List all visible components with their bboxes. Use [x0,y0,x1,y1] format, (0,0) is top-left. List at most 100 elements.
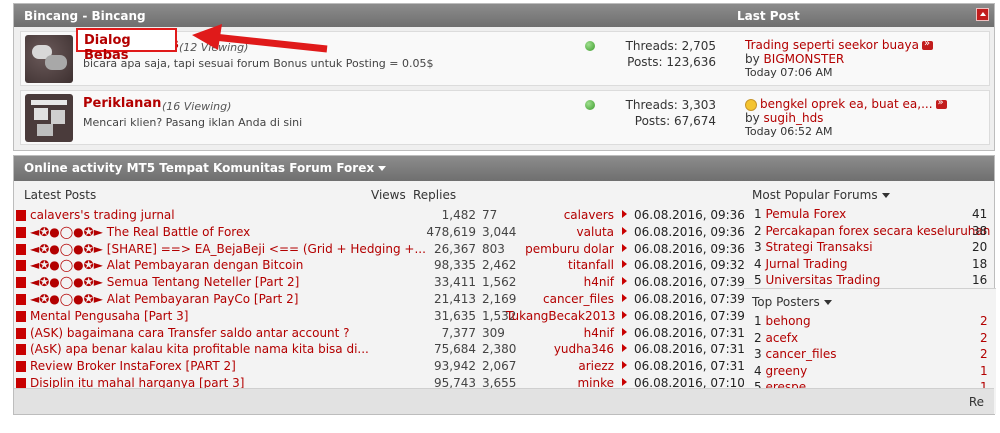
top-poster-item[interactable]: 3 cancer_files [754,346,836,363]
post-user[interactable]: h4nif [506,326,614,340]
goto-post-icon[interactable] [622,361,627,370]
popular-forum-count: 18 [972,256,988,271]
last-post-info: Trading seperti seekor buaya by BIGMONST… [745,37,933,80]
post-user[interactable]: cancer_files [506,292,614,306]
views-count: 7,377 [441,325,476,340]
thread-link[interactable]: (AsK) apa benar kalau kita profitable na… [30,342,425,356]
popular-forum-item[interactable]: 5 Universitas Trading [754,272,990,289]
last-post-header: Last Post [737,9,800,23]
goto-post-icon[interactable] [622,377,627,386]
popular-forum-count: 20 [972,240,988,254]
goto-post-icon[interactable] [622,210,627,218]
thread-link[interactable]: ◄✪●◯●✪► Semua Tentang Neteller [Part 2] [30,275,425,289]
post-user[interactable]: calavers [506,208,614,222]
most-popular-forums-header[interactable]: Most Popular Forums [752,188,890,202]
popular-forum-item[interactable]: 2 Percakapan forex secara keseluruhan [754,223,990,240]
post-user[interactable]: valuta [506,225,614,239]
thread-link[interactable]: ◄✪●◯●✪► Alat Pembayaran PayCo [Part 2] [30,292,425,306]
post-date: 06.08.2016, 09:32 [634,258,745,273]
last-post-title[interactable]: Trading seperti seekor buaya [745,38,919,52]
post-user[interactable]: pemburu dolar [506,242,614,256]
top-posters-header[interactable]: Top Posters [752,295,832,309]
activity-title[interactable]: Online activity MT5 Tempat Komunitas For… [24,161,387,175]
last-post-user[interactable]: sugih_hds [764,111,824,125]
thread-link[interactable]: calavers's trading jurnal [30,208,425,222]
dropdown-caret-icon[interactable] [823,300,832,305]
footer-link[interactable]: Re [969,395,984,409]
post-user[interactable]: TukangBecak2013 [506,309,615,323]
goto-post-icon[interactable] [622,344,627,353]
post-user[interactable]: yudha346 [506,342,614,356]
goto-last-post-icon[interactable] [921,37,933,51]
views-count: 98,335 [434,258,476,273]
views-count: 93,942 [434,359,476,374]
latest-post-row: Review Broker InstaForex [PART 2] 93,942 2… [16,359,752,376]
online-activity-block: Online activity MT5 Tempat Komunitas For… [13,155,996,415]
post-user[interactable]: titanfall [506,258,614,272]
post-date: 06.08.2016, 07:31 [634,325,745,340]
thread-link[interactable]: ◄✪●◯●✪► Alat Pembayaran dengan Bitcoin [30,258,425,272]
popular-forum-item[interactable]: 3 Strategi Transaksi [754,239,990,256]
post-icon [16,361,26,373]
last-post-by-label: by [745,52,760,66]
thread-link[interactable]: ◄✪●◯●✪► [SHARE] ==> EA_BejaBeji <== (Gri… [30,242,425,256]
post-date: 06.08.2016, 09:36 [634,241,745,256]
last-post-user[interactable]: BIGMONSTER [764,52,845,66]
forum-row-periklanan: Periklanan (16 Viewing) Mencari klien? P… [20,90,990,145]
last-post-title[interactable]: bengkel oprek ea, buat ea,... [760,97,933,111]
goto-post-icon[interactable] [622,226,627,235]
goto-post-icon[interactable] [622,277,627,286]
top-poster-count: 2 [980,330,988,345]
popular-forum-count: 41 [972,207,988,221]
highlight-box[interactable]: Dialog Bebas [76,28,177,63]
posts-count: Posts: 67,674 [634,114,716,128]
goto-post-icon[interactable] [622,327,627,336]
top-poster-item[interactable]: 1 behong [754,313,836,330]
top-poster-count: 2 [980,347,988,361]
top-posters-list: 1 behong 2 acefx 3 cancer_files 4 greeny… [754,313,836,396]
goto-post-icon[interactable] [622,260,627,269]
thread-link[interactable]: Review Broker InstaForex [PART 2] [30,359,425,373]
thread-link[interactable]: ◄✪●◯●✪► The Real Battle of Forex [30,225,425,239]
thread-link[interactable]: (ASK) bagaimana cara Transfer saldo anta… [30,326,425,340]
last-post-info: bengkel oprek ea, buat ea,... by sugih_h… [745,96,947,139]
post-icon [16,277,26,289]
category-title[interactable]: Bincang - Bincang [24,9,146,23]
latest-post-row: (ASK) bagaimana cara Transfer saldo anta… [16,326,752,343]
popular-forum-count: 38 [972,223,988,238]
collapse-icon[interactable] [976,8,989,21]
post-date: 06.08.2016, 07:39 [634,308,745,323]
forum-title[interactable]: Periklanan [83,96,161,111]
forum-board-icon[interactable] [25,94,73,142]
popular-forums-list: 1 Pemula Forex 2 Percakapan forex secara… [754,206,990,289]
popular-forum-item[interactable]: 1 Pemula Forex [754,206,990,223]
goto-post-icon[interactable] [622,310,627,319]
views-count: 33,411 [434,275,476,290]
goto-post-icon[interactable] [622,293,627,302]
posts-count: Posts: 123,636 [627,55,716,69]
top-poster-item[interactable]: 2 acefx [754,330,836,347]
dropdown-caret-icon[interactable] [881,193,890,198]
activity-footer: Re [14,388,994,414]
replies-header: Replies [413,188,457,202]
dropdown-caret-icon[interactable] [378,166,387,171]
top-poster-item[interactable]: 4 greeny [754,363,836,380]
replies-count: 309 [482,325,505,340]
post-icon [16,310,26,322]
goto-last-post-icon[interactable] [935,96,947,110]
last-post-by-label: by [745,111,760,125]
post-user[interactable]: h4nif [506,275,614,289]
top-poster-counts: 2 2 2 1 1 [980,313,988,396]
post-icon [16,327,26,339]
thread-link[interactable]: Mental Pengusaha [Part 3] [30,309,425,323]
forum-stats: Threads: 2,705 Posts: 123,636 [606,38,716,70]
post-user[interactable]: ariezz [506,359,614,373]
popular-forum-item[interactable]: 4 Jurnal Trading [754,256,990,273]
forum-chat-icon[interactable] [25,35,73,83]
latest-post-row: ◄✪●◯●✪► Alat Pembayaran dengan Bitcoin 98… [16,258,752,275]
highlighted-forum-title[interactable]: Dialog Bebas [84,33,175,63]
smiley-icon [745,98,757,111]
forum-viewing-count: (16 Viewing) [162,100,232,113]
goto-post-icon[interactable] [622,243,627,252]
views-count: 21,413 [434,291,476,306]
